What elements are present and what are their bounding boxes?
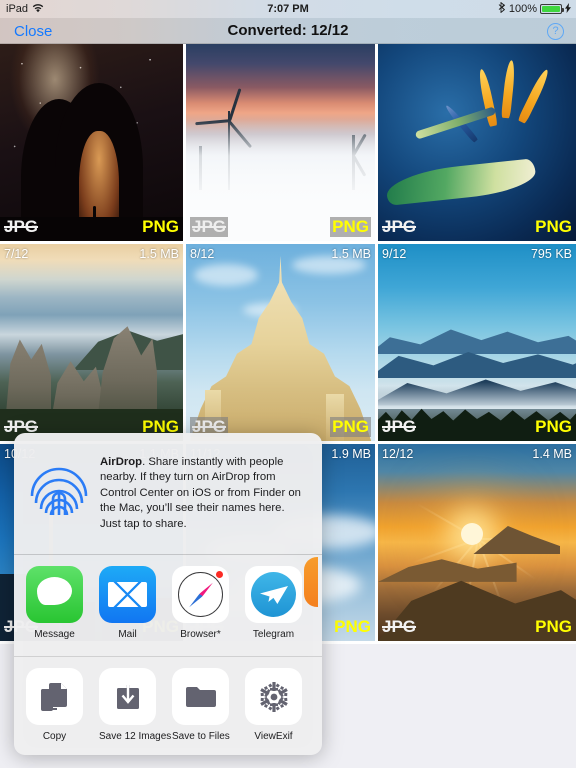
tile-index: 12/12 — [382, 447, 413, 461]
tile-format-row: JPG PNG — [378, 216, 576, 238]
action-label: ViewExif — [245, 731, 302, 743]
tile-index: 7/12 — [4, 247, 28, 261]
share-target-label: Message — [26, 629, 83, 641]
share-sheet: AirDrop. Share instantly with people nea… — [14, 433, 322, 755]
status-bar-clock: 7:07 PM — [0, 3, 576, 15]
battery-icon — [540, 4, 562, 14]
grid-tile[interactable]: 12/12 1.4 MB JPG PNG — [378, 444, 576, 644]
thumbnail-image — [378, 444, 576, 641]
share-apps-row[interactable]: Message Mail Browser* Telegram — [14, 555, 322, 657]
battery-percent-label: 100% — [509, 3, 537, 15]
thumbnail-image — [186, 44, 375, 241]
download-arrow-icon — [99, 668, 156, 725]
thumbnail-image — [0, 244, 183, 441]
share-target-message[interactable]: Message — [26, 566, 83, 656]
mail-icon — [99, 566, 156, 623]
source-format-label: JPG — [382, 617, 416, 637]
share-target-browser[interactable]: Browser* — [172, 566, 229, 656]
action-label: Save 12 Images — [99, 731, 156, 743]
action-save-to-files[interactable]: Save to Files — [172, 668, 229, 755]
share-target-label: Browser* — [172, 629, 229, 641]
thumbnail-image — [378, 44, 576, 241]
status-bar: iPad 7:07 PM 100% — [0, 0, 576, 18]
source-format-label: JPG — [382, 217, 416, 237]
tile-meta: 9/12 795 KB — [378, 244, 576, 264]
airdrop-description: AirDrop. Share instantly with people nea… — [100, 455, 308, 533]
source-format-label: JPG — [382, 417, 416, 437]
status-bar-right: 100% — [498, 2, 571, 16]
source-format-label: JPG — [4, 217, 38, 237]
target-format-label: PNG — [535, 617, 572, 637]
target-format-label: PNG — [142, 217, 179, 237]
navigation-bar: Close Converted: 12/12 ? — [0, 18, 576, 44]
action-label: Save to Files — [172, 731, 229, 743]
tile-filesize: 795 KB — [531, 247, 572, 261]
tile-format-row: JPG PNG — [378, 416, 576, 438]
airdrop-icon — [28, 463, 90, 525]
snowflake-icon — [245, 668, 302, 725]
lightning-bolt-icon — [565, 3, 571, 16]
tile-meta: 7/12 1.5 MB — [0, 244, 183, 264]
grid-tile[interactable]: JPG PNG — [0, 44, 186, 244]
action-viewexif[interactable]: ViewExif — [245, 668, 302, 755]
tile-index: 8/12 — [190, 247, 214, 261]
telegram-icon — [245, 566, 302, 623]
tile-filesize: 1.9 MB — [331, 447, 371, 461]
clipped-app-icon[interactable] — [304, 557, 318, 607]
copy-documents-icon — [26, 668, 83, 725]
target-format-label: PNG — [334, 617, 371, 637]
tile-index: 9/12 — [382, 247, 406, 261]
tile-format-row: JPG PNG — [378, 616, 576, 638]
action-save-images[interactable]: Save 12 Images — [99, 668, 156, 755]
safari-compass-icon — [172, 566, 229, 623]
message-icon — [26, 566, 83, 623]
share-target-telegram[interactable]: Telegram — [245, 566, 302, 656]
tile-format-row: JPG PNG — [0, 216, 183, 238]
share-target-mail[interactable]: Mail — [99, 566, 156, 656]
grid-tile[interactable]: JPG PNG — [186, 44, 378, 244]
target-format-label: PNG — [535, 417, 572, 437]
share-target-label: Telegram — [245, 629, 302, 641]
grid-tile[interactable]: 8/12 1.5 MB JPG PNG — [186, 244, 378, 444]
ipad-screen: iPad 7:07 PM 100% Close Converted: 12/12… — [0, 0, 576, 768]
thumbnail-image — [0, 44, 183, 241]
folder-icon — [172, 668, 229, 725]
tile-format-row: JPG PNG — [186, 216, 375, 238]
share-target-label: Mail — [99, 629, 156, 641]
bluetooth-icon — [498, 2, 506, 16]
tile-meta: 12/12 1.4 MB — [378, 444, 576, 464]
action-copy[interactable]: Copy — [26, 668, 83, 755]
source-format-label: JPG — [190, 217, 228, 237]
grid-tile[interactable]: 7/12 1.5 MB JPG PNG — [0, 244, 186, 444]
target-format-label: PNG — [535, 217, 572, 237]
tile-meta: 8/12 1.5 MB — [186, 244, 375, 264]
action-label: Copy — [26, 731, 83, 743]
tile-filesize: 1.5 MB — [331, 247, 371, 261]
grid-tile[interactable]: 9/12 795 KB JPG PNG — [378, 244, 576, 444]
tile-filesize: 1.4 MB — [532, 447, 572, 461]
page-title: Converted: 12/12 — [0, 22, 576, 39]
thumbnail-image — [186, 244, 375, 441]
tile-filesize: 1.5 MB — [139, 247, 179, 261]
share-actions-row[interactable]: Copy Save 12 Images — [14, 657, 322, 755]
airdrop-title: AirDrop — [100, 456, 142, 468]
thumbnail-image — [378, 244, 576, 441]
airdrop-section: AirDrop. Share instantly with people nea… — [14, 433, 322, 555]
target-format-label: PNG — [330, 217, 371, 237]
target-format-label: PNG — [330, 417, 371, 437]
help-button[interactable]: ? — [547, 23, 564, 40]
grid-tile[interactable]: JPG PNG — [378, 44, 576, 244]
